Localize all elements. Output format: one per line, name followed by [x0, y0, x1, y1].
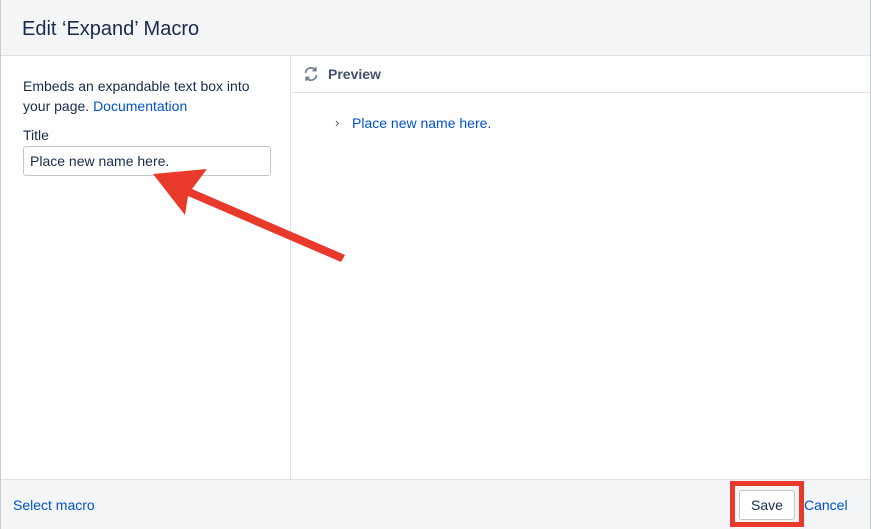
preview-panel: Preview › Place new name here.	[292, 56, 870, 479]
title-input[interactable]	[23, 146, 271, 176]
cancel-link[interactable]: Cancel	[804, 497, 848, 513]
preview-label: Preview	[328, 66, 381, 82]
macro-parameters-panel: Embeds an expandable text box into your …	[1, 56, 291, 479]
macro-dialog: Edit ‘Expand’ Macro Embeds an expandable…	[0, 0, 871, 529]
dialog-title: Edit ‘Expand’ Macro	[22, 18, 200, 40]
chevron-right-icon[interactable]: ›	[335, 115, 339, 130]
macro-description: Embeds an expandable text box into your …	[23, 76, 273, 116]
save-button[interactable]: Save	[739, 490, 795, 520]
dialog-header: Edit ‘Expand’ Macro	[1, 0, 870, 56]
select-macro-link[interactable]: Select macro	[13, 497, 95, 513]
refresh-icon[interactable]	[302, 65, 320, 83]
documentation-link[interactable]: Documentation	[93, 98, 187, 114]
dialog-footer: Select macro Save Cancel	[1, 479, 870, 529]
title-field-label: Title	[23, 127, 49, 143]
expand-preview-title[interactable]: Place new name here.	[352, 115, 491, 131]
preview-header: Preview	[292, 56, 870, 93]
